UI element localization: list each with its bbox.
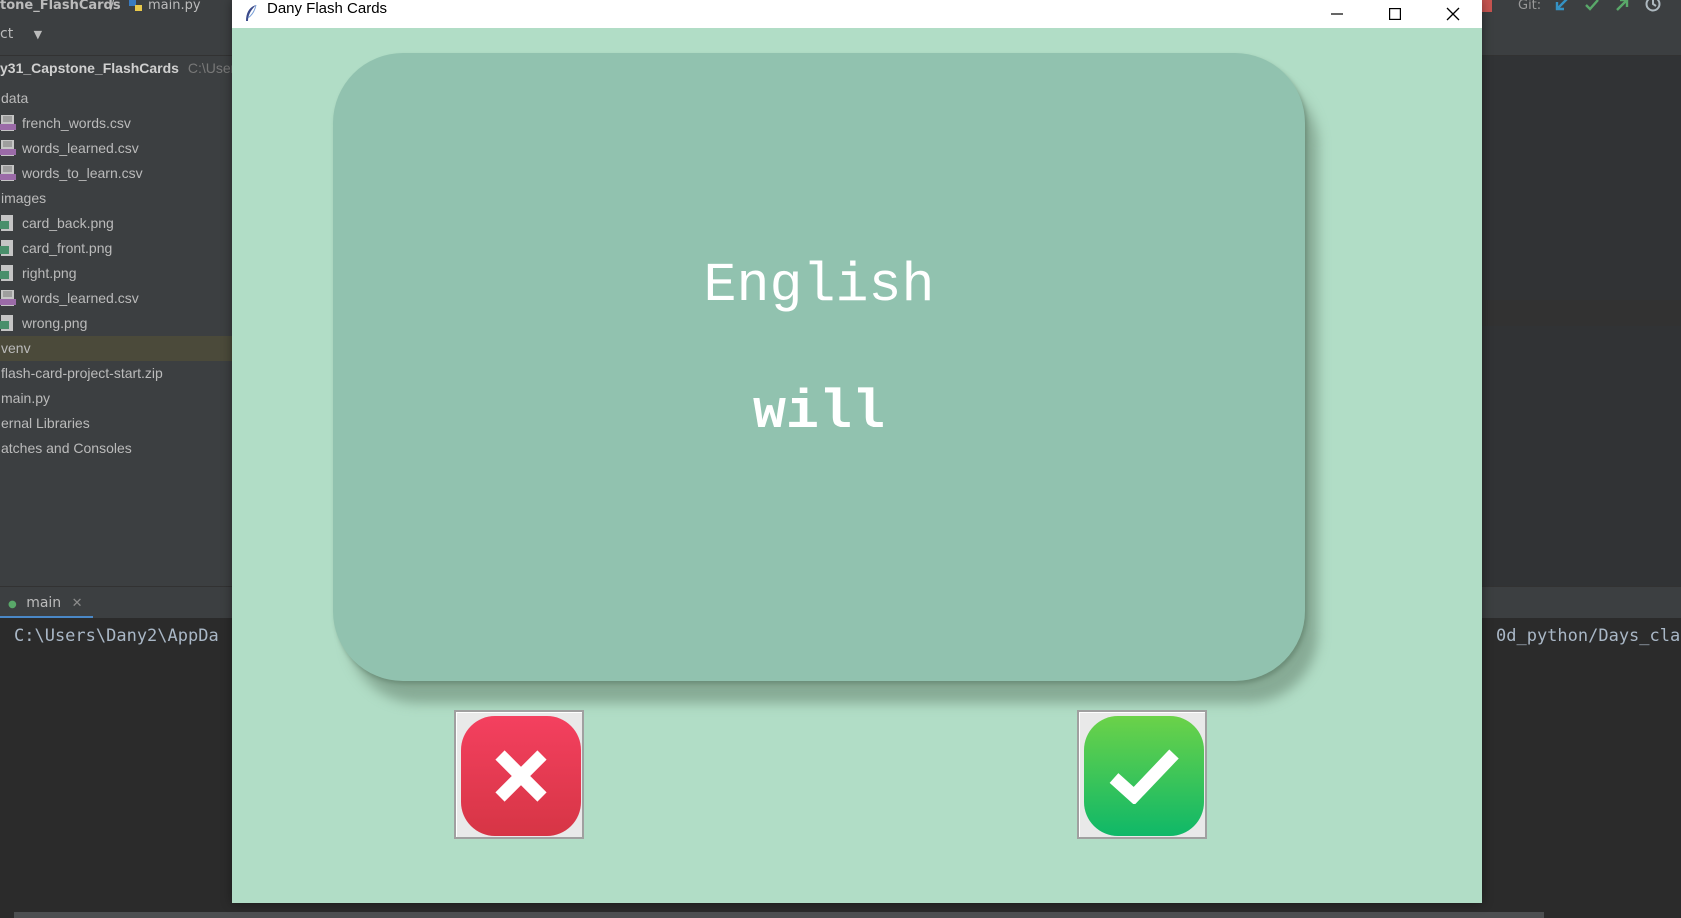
tree-item[interactable]: right.png	[0, 261, 232, 286]
image-file-icon	[0, 314, 18, 331]
tree-item[interactable]: venv	[0, 336, 232, 361]
card-word: will	[752, 381, 886, 444]
flash-cards-window: Dany Flash Cards English will	[232, 0, 1482, 903]
console-horizontal-scrollbar[interactable]	[14, 912, 1544, 918]
wrong-answer-button[interactable]	[454, 710, 584, 839]
minimize-button[interactable]	[1308, 0, 1366, 28]
python-file-icon	[128, 0, 144, 16]
breadcrumb-file[interactable]: main.py	[148, 0, 201, 12]
tree-item[interactable]: flash-card-project-start.zip	[0, 361, 232, 386]
editor-highlight-line	[1482, 300, 1681, 326]
tree-item[interactable]: images	[0, 186, 232, 211]
right-button-face	[1084, 716, 1204, 836]
image-file-icon	[0, 264, 18, 281]
flash-card: English will	[333, 53, 1305, 681]
run-tab-main[interactable]: ● main ✕	[0, 587, 93, 619]
tree-item-label: card_front.png	[22, 240, 113, 256]
close-icon	[1446, 7, 1460, 21]
console-output-right: 0d_python/Days_clas	[1496, 626, 1681, 646]
tree-item-label: ernal Libraries	[1, 415, 90, 431]
right-answer-button[interactable]	[1077, 710, 1207, 839]
csv-file-icon	[0, 114, 18, 131]
tree-item-label: right.png	[22, 265, 77, 281]
console-output-left: C:\Users\Dany2\AppDa	[14, 626, 219, 646]
feather-icon	[244, 4, 258, 22]
maximize-button[interactable]	[1366, 0, 1424, 28]
tree-item-label: flash-card-project-start.zip	[1, 365, 163, 381]
git-commit-icon[interactable]	[1584, 0, 1600, 16]
tree-item[interactable]: words_to_learn.csv	[0, 161, 232, 186]
card-language-title: English	[703, 254, 935, 317]
wrong-button-face	[461, 716, 581, 836]
image-file-icon	[0, 239, 18, 256]
tree-item[interactable]: card_front.png	[0, 236, 232, 261]
breadcrumb-project[interactable]: tone_FlashCards	[0, 0, 121, 12]
chevron-down-icon[interactable]: ▼	[34, 28, 42, 41]
tree-item[interactable]: data	[0, 86, 232, 111]
tree-item-label: words_learned.csv	[22, 290, 139, 306]
breadcrumb-separator: /	[110, 0, 115, 13]
project-tree: y31_Capstone_FlashCards C:\Users data fre…	[0, 56, 242, 638]
git-label: Git:	[1518, 0, 1542, 13]
tree-item[interactable]: atches and Consoles	[0, 436, 232, 461]
git-update-icon[interactable]	[1554, 0, 1570, 16]
project-root-item[interactable]: y31_Capstone_FlashCards C:\Users	[0, 56, 242, 81]
close-icon	[495, 750, 547, 802]
tree-item-label: wrong.png	[22, 315, 88, 331]
window-title: Dany Flash Cards	[267, 0, 388, 17]
tree-item-label: images	[1, 190, 47, 206]
tree-item[interactable]: words_learned.csv	[0, 136, 232, 161]
image-file-icon	[0, 214, 18, 231]
check-icon	[1109, 749, 1179, 804]
csv-file-icon	[0, 139, 18, 156]
tree-item[interactable]: main.py	[0, 386, 232, 411]
tree-item-label: french_words.csv	[22, 115, 131, 131]
run-tab-label: main	[26, 595, 62, 611]
csv-file-icon	[0, 289, 18, 306]
tree-item-label: main.py	[1, 390, 51, 406]
tree-item-label: words_learned.csv	[22, 140, 139, 156]
run-indicator-icon: ●	[8, 599, 17, 610]
tree-item-label: card_back.png	[22, 215, 114, 231]
tree-item[interactable]: words_learned.csv	[0, 286, 232, 311]
project-selector[interactable]: ct ▼	[0, 26, 42, 42]
tree-item[interactable]: ernal Libraries	[0, 411, 232, 436]
tree-item[interactable]: french_words.csv	[0, 111, 232, 136]
editor-band	[1482, 56, 1681, 300]
maximize-icon	[1389, 8, 1401, 20]
tree-item-label: atches and Consoles	[1, 440, 132, 456]
tree-item[interactable]: wrong.png	[0, 311, 232, 336]
tree-item-label: venv	[1, 340, 31, 356]
ide-right-editor-panel	[1482, 56, 1681, 586]
minimize-icon	[1331, 13, 1343, 15]
window-title-bar[interactable]: Dany Flash Cards	[232, 0, 1482, 28]
tree-item-label: data	[1, 90, 29, 106]
csv-file-icon	[0, 164, 18, 181]
close-button[interactable]	[1424, 0, 1482, 28]
editor-band	[1482, 326, 1681, 586]
project-selector-label: ct	[0, 26, 14, 42]
project-root-label: y31_Capstone_FlashCards	[0, 60, 179, 76]
tree-item[interactable]: card_back.png	[0, 211, 232, 236]
tree-item-label: words_to_learn.csv	[22, 165, 143, 181]
close-icon[interactable]: ✕	[72, 596, 83, 611]
history-icon[interactable]	[1644, 0, 1662, 16]
git-push-icon[interactable]	[1614, 0, 1630, 16]
